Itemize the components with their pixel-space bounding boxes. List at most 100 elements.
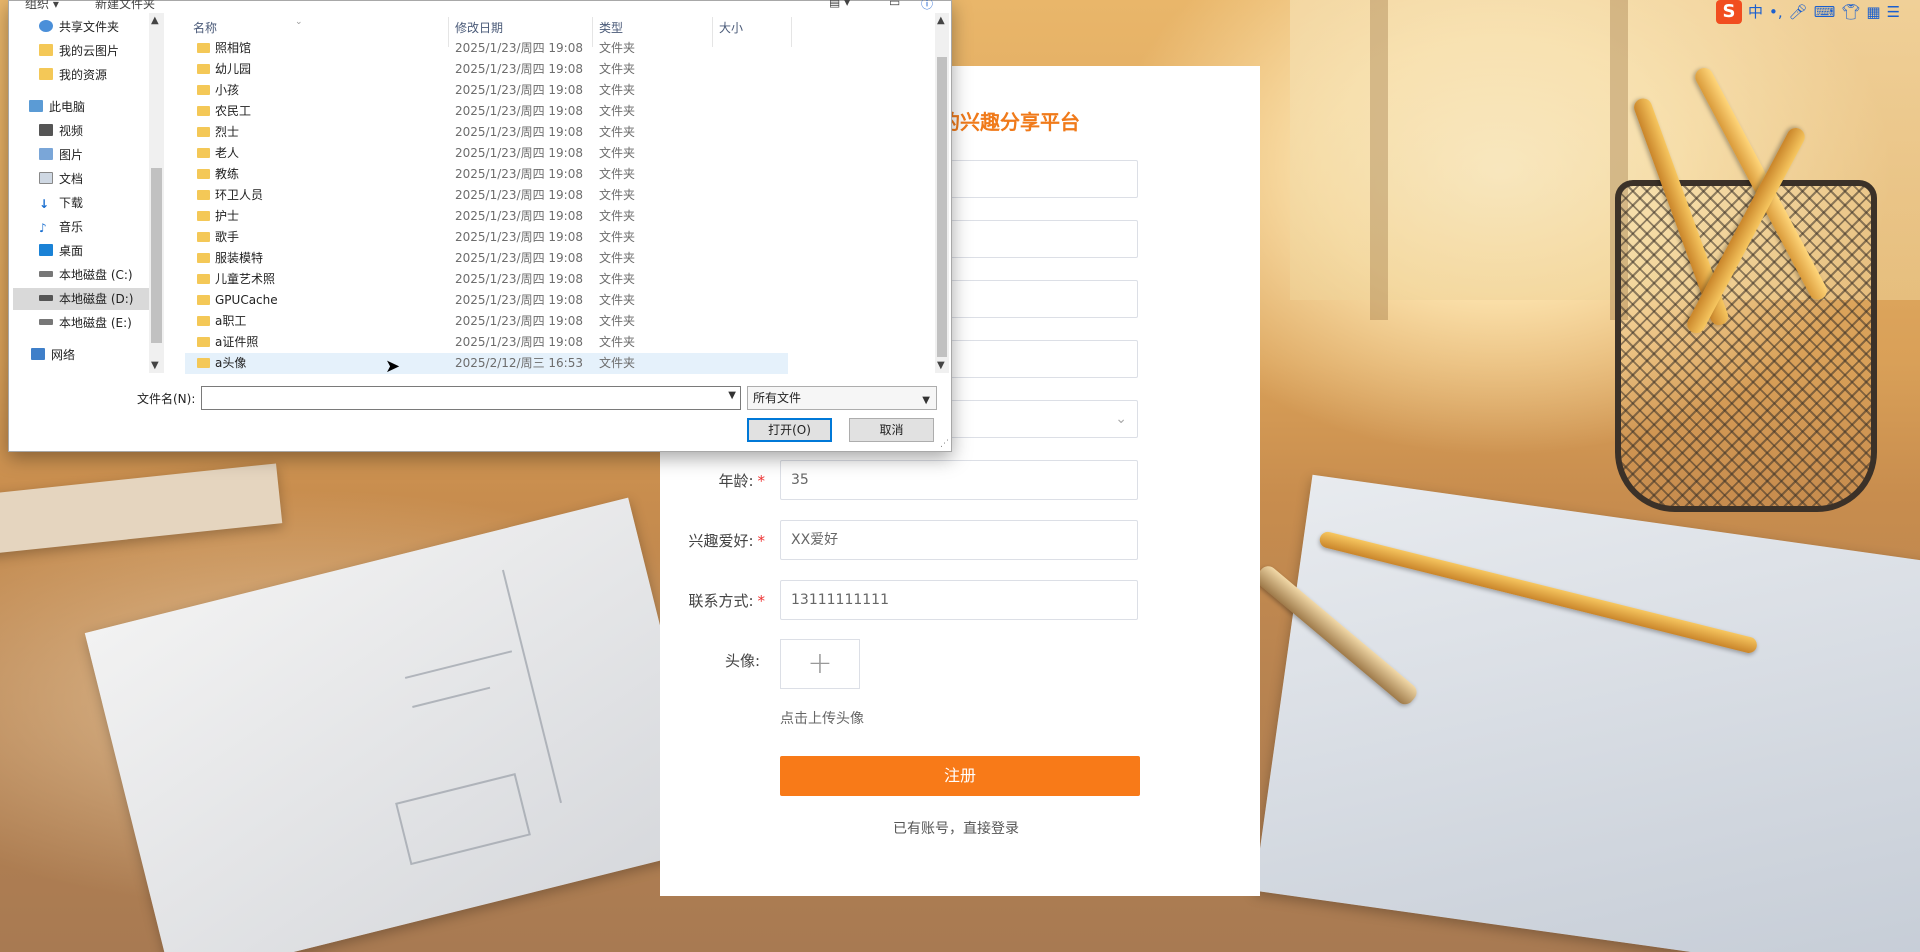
file-row[interactable]: 歌手 2025/1/23/周四 19:08 文件夹	[185, 227, 788, 248]
avatar-upload-button[interactable]: +	[780, 639, 860, 689]
folder-icon	[197, 316, 210, 326]
file-row-selected[interactable]: a头像 2025/2/12/周三 16:53 文件夹	[185, 353, 788, 374]
upload-hint: 点击上传头像	[780, 711, 864, 727]
file-row[interactable]: a职工 2025/1/23/周四 19:08 文件夹	[185, 311, 788, 332]
filename-input[interactable]: ▼	[201, 386, 741, 410]
folder-icon	[197, 64, 210, 74]
open-button[interactable]: 打开(O)	[747, 418, 832, 442]
scroll-up-icon[interactable]: ▲	[937, 15, 945, 26]
file-row[interactable]: 儿童艺术照 2025/1/23/周四 19:08 文件夹	[185, 269, 788, 290]
nav-item-shared[interactable]: 共享文件夹	[39, 16, 164, 38]
nav-scrollbar[interactable]: ▲ ▼	[149, 13, 164, 373]
file-list: 名称 ⌄ 修改日期 类型 大小 照相馆 2025/1/23/周四 19:08 文件夹…	[185, 17, 945, 377]
filename-label: 文件名(N):	[137, 392, 196, 406]
scroll-down-icon[interactable]: ▼	[937, 360, 945, 371]
background-ruler	[0, 463, 283, 557]
keyboard-icon[interactable]: ⌨	[1814, 0, 1836, 24]
folder-icon	[39, 44, 53, 56]
hobby-input[interactable]: XX爱好	[780, 520, 1138, 560]
scroll-up-icon[interactable]: ▲	[151, 15, 159, 26]
file-row[interactable]: 农民工 2025/1/23/周四 19:08 文件夹	[185, 101, 788, 122]
file-list-scroll-thumb[interactable]	[937, 57, 947, 357]
ime-logo-icon[interactable]: S	[1716, 0, 1742, 24]
nav-item-pictures[interactable]: 图片	[39, 144, 164, 166]
folder-icon	[197, 127, 210, 137]
file-row[interactable]: 教练 2025/1/23/周四 19:08 文件夹	[185, 164, 788, 185]
filetype-select[interactable]: 所有文件 ▼	[747, 386, 937, 410]
skin-icon[interactable]: 👕︎	[1841, 0, 1860, 24]
grid-icon[interactable]: ▦	[1866, 0, 1880, 24]
resize-grip-icon[interactable]: ⋰	[940, 439, 949, 449]
register-title: 的兴趣分享平台	[940, 110, 1080, 134]
file-row[interactable]: a证件照 2025/1/23/周四 19:08 文件夹	[185, 332, 788, 353]
file-row[interactable]: 护士 2025/1/23/周四 19:08 文件夹	[185, 206, 788, 227]
organize-button[interactable]: 组织 ▾	[25, 0, 59, 12]
column-header-modified[interactable]: 修改日期	[455, 17, 503, 39]
sort-indicator-icon: ⌄	[295, 17, 303, 27]
desktop-icon	[39, 244, 53, 256]
contact-label: 联系方式: *	[688, 592, 765, 610]
scroll-down-icon[interactable]: ▼	[151, 360, 159, 371]
folder-icon	[197, 295, 210, 305]
nav-item-network[interactable]: 网络	[31, 344, 164, 366]
computer-icon	[29, 100, 43, 112]
help-icon[interactable]: ⓘ	[921, 0, 933, 12]
file-row[interactable]: 服装模特 2025/1/23/周四 19:08 文件夹	[185, 248, 788, 269]
file-row[interactable]: 烈士 2025/1/23/周四 19:08 文件夹	[185, 122, 788, 143]
file-row[interactable]: 小孩 2025/1/23/周四 19:08 文件夹	[185, 80, 788, 101]
preview-pane-icon[interactable]: ▭	[889, 0, 900, 9]
folder-icon	[197, 211, 210, 221]
contact-input[interactable]: 13111111111	[780, 580, 1138, 620]
file-row[interactable]: 照相馆 2025/1/23/周四 19:08 文件夹	[185, 38, 788, 59]
nav-item-videos[interactable]: 视频	[39, 120, 164, 142]
avatar-label: 头像:	[724, 652, 760, 670]
cancel-button[interactable]: 取消	[849, 418, 934, 442]
download-icon: ↓	[39, 197, 50, 211]
file-row[interactable]: 幼儿园 2025/1/23/周四 19:08 文件夹	[185, 59, 788, 80]
age-input[interactable]: 35	[780, 460, 1138, 500]
column-header-size[interactable]: 大小	[719, 17, 743, 39]
folder-icon	[197, 106, 210, 116]
plus-icon: +	[807, 646, 833, 681]
age-label: 年龄: *	[718, 472, 765, 490]
folder-icon	[197, 190, 210, 200]
mouse-cursor-icon: ➤	[385, 356, 401, 377]
nav-item-drive-c[interactable]: 本地磁盘 (C:)	[39, 264, 164, 286]
nav-scroll-thumb[interactable]	[151, 168, 162, 343]
punctuation-icon[interactable]: •,	[1769, 0, 1783, 24]
nav-item-cloud-pictures[interactable]: 我的云图片	[39, 40, 164, 62]
ime-toolbar: S 中 •, 🎤︎ ⌨ 👕︎ ▦ ☰	[1716, 0, 1916, 24]
new-folder-button[interactable]: 新建文件夹	[95, 0, 155, 12]
chevron-down-icon[interactable]: ▼	[728, 390, 736, 401]
file-list-scrollbar[interactable]: ▲ ▼	[935, 13, 949, 373]
nav-item-my-resources[interactable]: 我的资源	[39, 64, 164, 86]
ime-mode-toggle[interactable]: 中	[1748, 0, 1763, 24]
folder-icon	[197, 85, 210, 95]
document-icon	[39, 172, 53, 184]
file-row[interactable]: GPUCache 2025/1/23/周四 19:08 文件夹	[185, 290, 788, 311]
menu-icon[interactable]: ☰	[1887, 0, 1900, 24]
drive-icon	[39, 271, 53, 277]
drive-icon	[39, 295, 53, 301]
nav-item-drive-e[interactable]: 本地磁盘 (E:)	[39, 312, 164, 334]
login-link[interactable]: 已有账号，直接登录	[893, 818, 1019, 838]
file-row[interactable]: 环卫人员 2025/1/23/周四 19:08 文件夹	[185, 185, 788, 206]
nav-item-drive-d[interactable]: 本地磁盘 (D:)	[13, 288, 149, 310]
file-row[interactable]: 老人 2025/1/23/周四 19:08 文件夹	[185, 143, 788, 164]
file-open-dialog: 组织 ▾ 新建文件夹 ▤ ▾ ▭ ⓘ 共享文件夹 我的云图片 我的资源 此电脑 …	[8, 0, 952, 452]
register-button[interactable]: 注册	[780, 756, 1140, 796]
view-options-icon[interactable]: ▤ ▾	[829, 0, 850, 9]
background-window-bar	[1370, 0, 1388, 320]
nav-item-this-pc[interactable]: 此电脑	[29, 96, 164, 118]
folder-icon	[197, 148, 210, 158]
column-header-name[interactable]: 名称	[193, 17, 217, 39]
nav-item-desktop[interactable]: 桌面	[39, 240, 164, 262]
background-paper	[84, 497, 716, 952]
network-icon	[31, 348, 45, 360]
microphone-icon[interactable]: 🎤︎	[1789, 0, 1808, 24]
column-header-type[interactable]: 类型	[599, 17, 623, 39]
nav-item-music[interactable]: ♪ 音乐	[39, 216, 164, 238]
nav-item-downloads[interactable]: ↓ 下载	[39, 192, 164, 214]
navigation-pane: 共享文件夹 我的云图片 我的资源 此电脑 视频 图片 文档 ↓ 下载 ♪ 音乐 桌面…	[9, 13, 164, 373]
nav-item-documents[interactable]: 文档	[39, 168, 164, 190]
